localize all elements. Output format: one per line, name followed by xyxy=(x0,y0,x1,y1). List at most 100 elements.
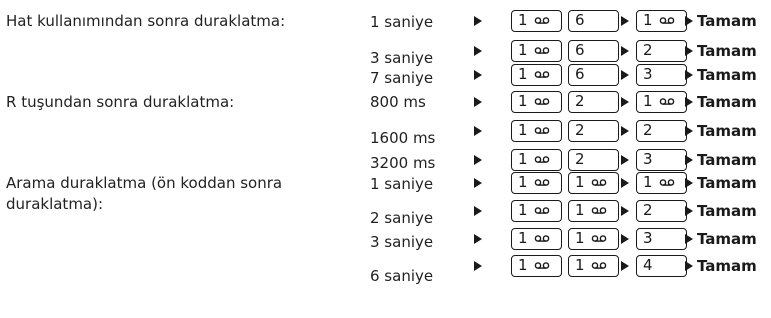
keypad-key-1[interactable]: 1 xyxy=(511,172,562,194)
key-digit: 2 xyxy=(643,121,653,139)
keypad-key-2[interactable]: 2 xyxy=(636,40,687,62)
keypad-key-2[interactable]: 2 xyxy=(636,200,687,222)
keypad-key-1[interactable]: 1 xyxy=(511,64,562,86)
key-digit: 4 xyxy=(643,256,653,274)
keypad-key-1[interactable]: 1 xyxy=(568,255,619,277)
keypad-key-1[interactable]: 1 xyxy=(511,255,562,277)
key-digit: 1 xyxy=(518,65,528,83)
key-digit: 1 xyxy=(518,201,528,219)
ok-softkey[interactable]: Tamam xyxy=(697,120,757,142)
keypad-key-2[interactable]: 2 xyxy=(636,120,687,142)
key-digit: 2 xyxy=(575,121,585,139)
key-digit: 2 xyxy=(643,201,653,219)
setting-label: R tuşundan sonra duraklatma: xyxy=(6,93,235,111)
keypad-key-1[interactable]: 1 xyxy=(511,10,562,32)
ok-softkey[interactable]: Tamam xyxy=(697,255,757,277)
keypad-key-6[interactable]: 6 xyxy=(568,10,619,32)
arrow-icon xyxy=(621,234,629,244)
setting-value: 7 saniye xyxy=(370,69,434,87)
key-digit: 1 xyxy=(643,173,653,191)
key-digit: 3 xyxy=(643,229,653,247)
arrow-icon xyxy=(685,126,693,136)
arrow-icon xyxy=(474,70,482,80)
voicemail-icon xyxy=(534,71,550,78)
setting-label: Hat kullanımından sonra duraklatma: xyxy=(6,12,286,30)
arrow-icon xyxy=(474,206,482,216)
keypad-key-1[interactable]: 1 xyxy=(511,149,562,171)
keypad-key-1[interactable]: 1 xyxy=(636,91,687,113)
voicemail-icon xyxy=(534,98,550,105)
arrow-icon xyxy=(474,261,482,271)
ok-softkey[interactable]: Tamam xyxy=(697,91,757,113)
setting-value: 3200 ms xyxy=(370,154,436,172)
key-digit: 1 xyxy=(518,256,528,274)
voicemail-icon xyxy=(534,127,550,134)
ok-softkey[interactable]: Tamam xyxy=(697,172,757,194)
voicemail-icon xyxy=(534,156,550,163)
key-digit: 2 xyxy=(575,92,585,110)
arrow-icon xyxy=(685,46,693,56)
voicemail-icon xyxy=(591,235,607,242)
voicemail-icon xyxy=(659,179,675,186)
keypad-key-3[interactable]: 3 xyxy=(636,149,687,171)
ok-softkey[interactable]: Tamam xyxy=(697,40,757,62)
ok-softkey[interactable]: Tamam xyxy=(697,64,757,86)
ok-softkey[interactable]: Tamam xyxy=(697,228,757,250)
keypad-key-2[interactable]: 2 xyxy=(568,91,619,113)
keypad-key-4[interactable]: 4 xyxy=(636,255,687,277)
key-digit: 6 xyxy=(575,65,585,83)
keypad-key-1[interactable]: 1 xyxy=(511,120,562,142)
key-digit: 1 xyxy=(575,256,585,274)
arrow-icon xyxy=(685,234,693,244)
key-digit: 6 xyxy=(575,41,585,59)
keypad-key-1[interactable]: 1 xyxy=(568,172,619,194)
arrow-icon xyxy=(621,155,629,165)
ok-softkey[interactable]: Tamam xyxy=(697,10,757,32)
key-digit: 1 xyxy=(518,11,528,29)
keypad-key-6[interactable]: 6 xyxy=(568,64,619,86)
key-digit: 6 xyxy=(575,11,585,29)
keypad-key-1[interactable]: 1 xyxy=(511,200,562,222)
setting-label: duraklatma): xyxy=(6,195,104,213)
key-digit: 1 xyxy=(643,92,653,110)
arrow-icon xyxy=(621,206,629,216)
voicemail-icon xyxy=(591,262,607,269)
voicemail-icon xyxy=(534,179,550,186)
key-digit: 2 xyxy=(643,41,653,59)
voicemail-icon xyxy=(534,262,550,269)
arrow-icon xyxy=(621,126,629,136)
voicemail-icon xyxy=(534,207,550,214)
arrow-icon xyxy=(685,70,693,80)
keypad-key-1[interactable]: 1 xyxy=(636,172,687,194)
key-digit: 3 xyxy=(643,150,653,168)
arrow-icon xyxy=(685,206,693,216)
keypad-key-3[interactable]: 3 xyxy=(636,64,687,86)
keypad-key-3[interactable]: 3 xyxy=(636,228,687,250)
voicemail-icon xyxy=(659,98,675,105)
setting-value: 1600 ms xyxy=(370,129,436,147)
voicemail-icon xyxy=(659,17,675,24)
keypad-key-2[interactable]: 2 xyxy=(568,120,619,142)
keypad-key-2[interactable]: 2 xyxy=(568,149,619,171)
arrow-icon xyxy=(474,178,482,188)
arrow-icon xyxy=(621,261,629,271)
keypad-key-1[interactable]: 1 xyxy=(636,10,687,32)
key-digit: 1 xyxy=(518,92,528,110)
keypad-key-6[interactable]: 6 xyxy=(568,40,619,62)
keypad-key-1[interactable]: 1 xyxy=(511,40,562,62)
arrow-icon xyxy=(621,16,629,26)
key-digit: 1 xyxy=(643,11,653,29)
setting-value: 1 saniye xyxy=(370,13,434,31)
setting-value: 6 saniye xyxy=(370,267,434,285)
arrow-icon xyxy=(685,97,693,107)
keypad-key-1[interactable]: 1 xyxy=(568,228,619,250)
voicemail-icon xyxy=(591,179,607,186)
voicemail-icon xyxy=(591,207,607,214)
key-digit: 1 xyxy=(575,173,585,191)
ok-softkey[interactable]: Tamam xyxy=(697,200,757,222)
keypad-key-1[interactable]: 1 xyxy=(511,91,562,113)
keypad-key-1[interactable]: 1 xyxy=(511,228,562,250)
key-digit: 3 xyxy=(643,65,653,83)
ok-softkey[interactable]: Tamam xyxy=(697,149,757,171)
keypad-key-1[interactable]: 1 xyxy=(568,200,619,222)
